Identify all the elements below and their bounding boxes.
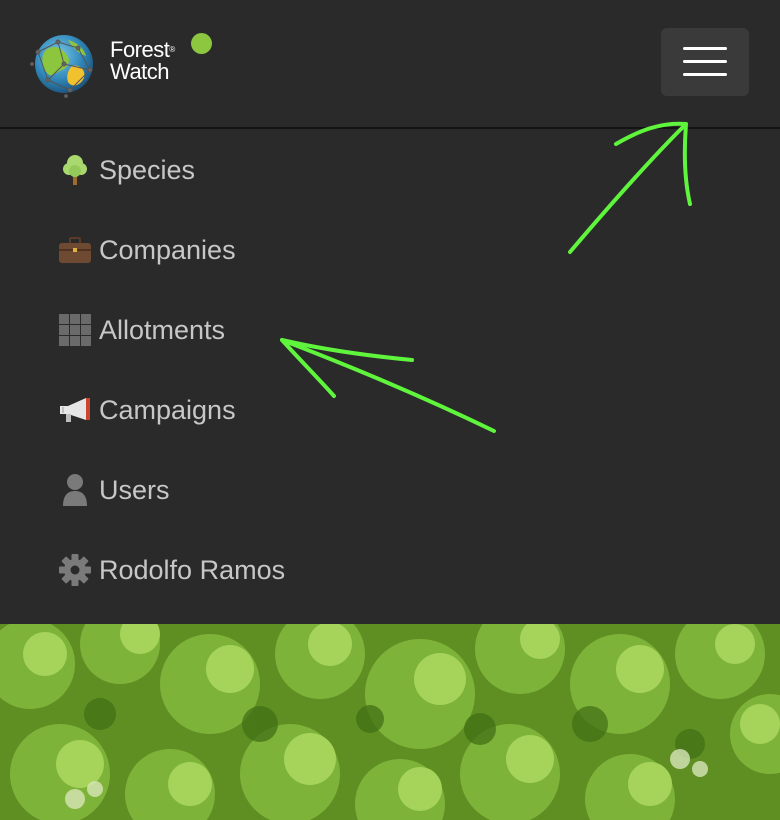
status-indicator — [191, 33, 212, 54]
menu-item-companies[interactable]: Companies — [58, 228, 236, 272]
grid-icon — [58, 313, 92, 347]
logo-line-1: Forest® — [110, 37, 175, 62]
nav-menu: Species Companies Allotments Campaigns U… — [0, 129, 780, 624]
app-header: Forest® Watch — [0, 0, 780, 127]
registered-mark: ® — [169, 45, 175, 54]
menu-item-label: Companies — [99, 234, 236, 265]
menu-item-species[interactable]: Species — [58, 148, 195, 192]
menu-item-users[interactable]: Users — [58, 468, 170, 512]
menu-item-label: Allotments — [99, 314, 226, 345]
menu-item-label: Rodolfo Ramos — [99, 554, 286, 585]
logo-wordmark: Forest® Watch — [110, 39, 175, 83]
menu-item-campaigns[interactable]: Campaigns — [58, 388, 236, 432]
briefcase-icon — [58, 233, 92, 267]
menu-toggle-button[interactable] — [661, 28, 749, 96]
megaphone-icon — [58, 393, 92, 427]
menu-item-label: Users — [99, 474, 170, 505]
menu-item-label: Campaigns — [99, 394, 236, 425]
user-icon — [58, 473, 92, 507]
tree-icon — [58, 153, 92, 187]
menu-item-account[interactable]: Rodolfo Ramos — [58, 548, 285, 592]
forest-watch-logo[interactable]: Forest® Watch — [28, 30, 208, 98]
globe-logo-icon — [30, 35, 93, 98]
gear-icon — [58, 553, 92, 587]
menu-item-allotments[interactable]: Allotments — [58, 308, 225, 352]
forest-canopy-image — [0, 624, 780, 820]
menu-item-label: Species — [99, 154, 196, 185]
logo-line-2: Watch — [110, 59, 170, 84]
